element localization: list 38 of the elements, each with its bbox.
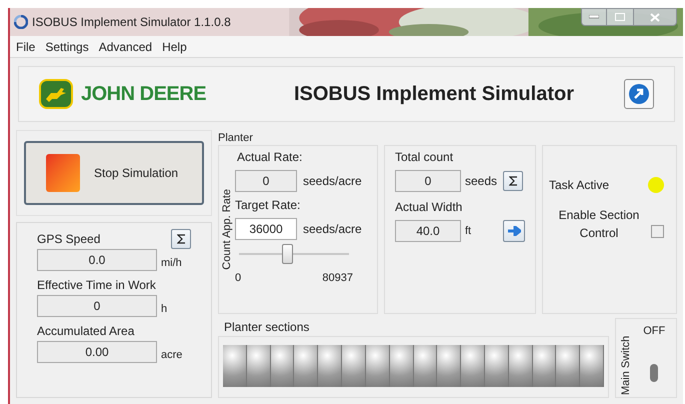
field-label: Target Rate: [235, 197, 302, 214]
field-label: GPS Speed [37, 231, 100, 248]
menu-item[interactable]: Help [162, 38, 187, 56]
value-field[interactable]: 0.00 [37, 341, 157, 363]
main-switch-label: Main Switch [619, 334, 633, 395]
actual-rate-field[interactable]: 0 [235, 170, 297, 192]
menu-item[interactable]: File [16, 38, 36, 56]
menu-item[interactable]: Advanced [98, 38, 152, 56]
app-title: ISOBUS Implement Simulator [294, 82, 574, 107]
section-control-label: Enable Section Control [558, 207, 640, 242]
value-field[interactable]: 0 [37, 295, 157, 317]
unit-label: mi/h [161, 256, 182, 270]
group-title: Planter sections [224, 319, 310, 336]
stop-simulation-button[interactable]: Stop Simulation [24, 141, 204, 205]
slider-max: 80937 [322, 271, 353, 286]
value-field[interactable]: 0.0 [37, 249, 157, 271]
field-label: Accumulated Area [37, 323, 134, 340]
menu-item[interactable]: Settings [45, 38, 89, 56]
field-label: Effective Time in Work [37, 277, 156, 294]
slider-min: 0 [235, 271, 242, 286]
switch-state: OFF [643, 324, 666, 339]
unit-label: acre [161, 348, 182, 362]
unit-label: seeds/acre [303, 173, 362, 190]
rate-group-label: Count App. Rate [220, 189, 234, 270]
unit-label: seeds/acre [303, 221, 362, 238]
brand-name: JOHN DEERE [81, 82, 206, 107]
field-label: Actual Width [395, 199, 464, 216]
group-title: Planter [218, 131, 254, 145]
field-label: Actual Rate: [237, 149, 304, 166]
actual-width-field[interactable]: 40.0 [395, 220, 461, 242]
window-title: ISOBUS Implement Simulator 1.1.0.8 [32, 14, 231, 31]
total-count-field[interactable]: 0 [395, 170, 461, 192]
field-label: Total count [395, 149, 454, 166]
unit-label: h [161, 302, 168, 316]
target-rate-field[interactable]: 36000 [235, 218, 297, 240]
unit-label: seeds [465, 173, 498, 190]
unit-label: ft [465, 224, 472, 239]
task-active-label: Task Active [549, 177, 610, 194]
